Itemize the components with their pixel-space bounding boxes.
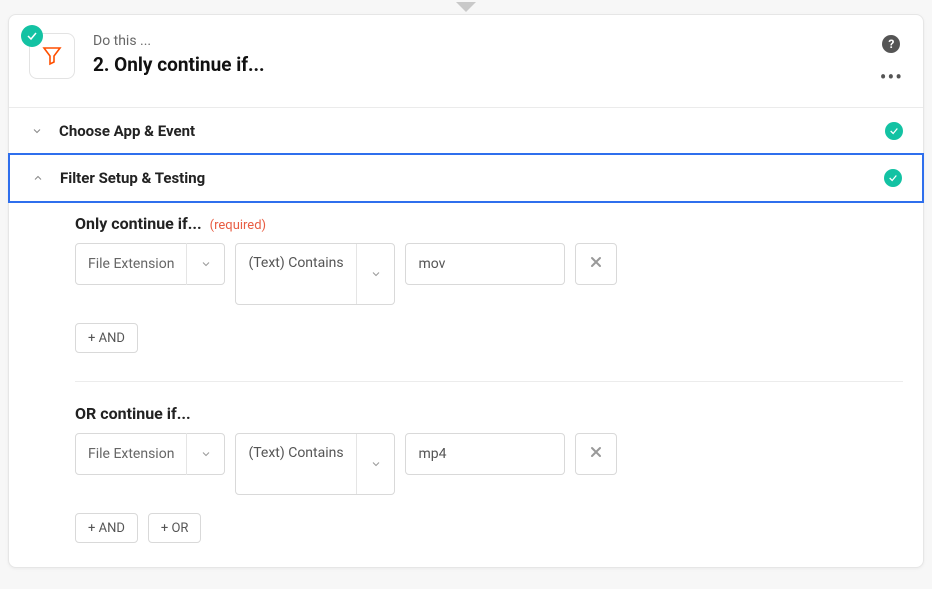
group-label: OR continue if... <box>75 404 903 423</box>
status-check-icon <box>21 25 43 47</box>
section-title: Filter Setup & Testing <box>60 169 884 187</box>
field-select-value: File Extension <box>76 256 186 272</box>
step-card: Do this ... 2. Only continue if... ? •••… <box>8 14 924 568</box>
chevron-down-icon <box>29 123 45 139</box>
chevron-down-icon <box>186 243 224 285</box>
value-input[interactable]: mov <box>405 243 565 285</box>
condition-row: File Extension (Text) Contains mov <box>75 243 903 305</box>
help-icon[interactable]: ? <box>882 35 900 53</box>
only-continue-label: Only continue if... <box>75 214 202 233</box>
remove-condition-button[interactable] <box>575 243 617 285</box>
do-this-label: Do this ... <box>93 33 872 49</box>
value-input[interactable]: mp4 <box>405 433 565 475</box>
chevron-down-icon <box>356 244 394 304</box>
field-select[interactable]: File Extension <box>75 243 225 285</box>
add-and-button[interactable]: + AND <box>75 323 138 353</box>
required-tag: (required) <box>210 218 266 233</box>
flow-arrow-down <box>456 2 476 12</box>
more-menu-icon[interactable]: ••• <box>880 67 903 87</box>
or-continue-label: OR continue if... <box>75 404 191 423</box>
operator-select[interactable]: (Text) Contains <box>235 433 395 495</box>
group-divider <box>75 381 903 382</box>
close-icon <box>588 444 604 464</box>
chevron-down-icon <box>186 433 224 475</box>
value-text: mp4 <box>418 446 446 462</box>
chevron-down-icon <box>356 434 394 494</box>
section-complete-icon <box>884 169 902 187</box>
section-title: Choose App & Event <box>59 122 885 140</box>
add-or-button[interactable]: + OR <box>148 513 202 543</box>
operator-select-value: (Text) Contains <box>236 434 356 494</box>
remove-condition-button[interactable] <box>575 433 617 475</box>
field-select-value: File Extension <box>76 446 186 462</box>
chevron-up-icon <box>30 170 46 186</box>
add-and-button[interactable]: + AND <box>75 513 138 543</box>
filter-panel: Only continue if... (required) File Exte… <box>9 202 923 567</box>
app-icon-wrap <box>29 33 75 79</box>
field-select[interactable]: File Extension <box>75 433 225 475</box>
section-filter-setup[interactable]: Filter Setup & Testing <box>8 153 924 203</box>
step-header: Do this ... 2. Only continue if... ? ••• <box>9 15 923 107</box>
operator-select-value: (Text) Contains <box>236 244 356 304</box>
group-label: Only continue if... (required) <box>75 214 903 233</box>
operator-select[interactable]: (Text) Contains <box>235 243 395 305</box>
close-icon <box>588 254 604 274</box>
value-text: mov <box>418 256 445 272</box>
section-choose-app-event[interactable]: Choose App & Event <box>9 108 923 154</box>
section-complete-icon <box>885 122 903 140</box>
step-title: 2. Only continue if... <box>93 53 872 76</box>
condition-row: File Extension (Text) Contains mp4 <box>75 433 903 495</box>
